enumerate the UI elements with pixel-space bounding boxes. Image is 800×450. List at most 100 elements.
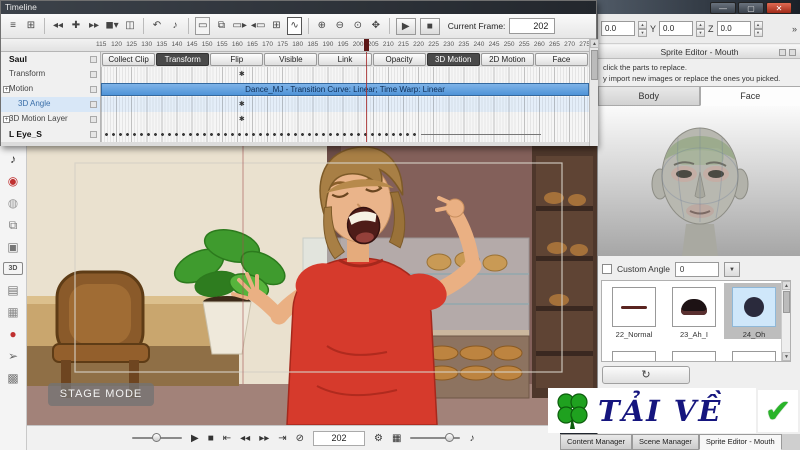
- track-label[interactable]: +Motion: [1, 82, 101, 97]
- sprite-item[interactable]: [664, 347, 724, 362]
- 2d-motion-button[interactable]: 2D Motion: [481, 53, 534, 66]
- track-options-box[interactable]: [90, 131, 97, 138]
- fast-forward-icon[interactable]: ▸▸: [259, 433, 269, 444]
- go-end-icon[interactable]: ⇥: [278, 433, 286, 444]
- track-options-box[interactable]: [90, 86, 97, 93]
- tab-body[interactable]: Body: [598, 86, 700, 106]
- z-field[interactable]: [717, 21, 751, 36]
- clip-merge-icon[interactable]: ⧉: [214, 18, 228, 34]
- 3d-motion-button[interactable]: 3D Motion: [427, 53, 480, 66]
- prop-icon[interactable]: ▤: [3, 283, 23, 297]
- playhead-thumb[interactable]: [364, 39, 369, 52]
- scene-object-icon[interactable]: ▦: [3, 305, 23, 319]
- custom-angle-checkbox[interactable]: [602, 264, 612, 274]
- sprite-thumbnail[interactable]: [672, 287, 716, 327]
- go-start-icon[interactable]: ⇤: [223, 433, 231, 444]
- timeline-titlebar[interactable]: Timeline: [1, 1, 596, 14]
- track-label[interactable]: Saul: [1, 52, 101, 67]
- track-row[interactable]: Transform ✱: [1, 67, 589, 82]
- music-note-icon[interactable]: ♪: [168, 18, 182, 34]
- dock-tab-content-manager[interactable]: Content Manager: [560, 434, 632, 450]
- timeline-hscroll[interactable]: [1, 142, 589, 146]
- music-track-icon[interactable]: ♪: [3, 152, 23, 166]
- stage-canvas[interactable]: STAGE MODE: [27, 146, 597, 425]
- layers-icon[interactable]: ▩: [3, 371, 23, 385]
- speech-bubble-icon[interactable]: ◍: [3, 196, 23, 210]
- x-spinner[interactable]: ▲▼: [638, 21, 647, 36]
- speed-slider[interactable]: [132, 437, 182, 439]
- head-preview[interactable]: [598, 106, 800, 256]
- y-spinner[interactable]: ▲▼: [696, 21, 705, 36]
- track-label[interactable]: Transform: [1, 67, 101, 82]
- sprite-list-scrollbar[interactable]: ▲ ▼: [781, 281, 790, 361]
- fit-view-icon[interactable]: ✥: [369, 18, 383, 34]
- fast-forward-icon[interactable]: ▸▸: [87, 18, 101, 34]
- keyframe-icon[interactable]: ✱: [239, 71, 246, 78]
- more-tools-icon[interactable]: »: [792, 24, 797, 34]
- swap-window-icon[interactable]: ⧉: [3, 218, 23, 232]
- clip-select-icon[interactable]: ▭: [195, 17, 210, 35]
- add-key-icon[interactable]: ✚: [69, 18, 83, 34]
- visible-button[interactable]: Visible: [264, 53, 317, 66]
- slider-knob[interactable]: [445, 433, 454, 442]
- actor-frame-icon[interactable]: ▣: [3, 240, 23, 254]
- track-options-box[interactable]: [90, 101, 97, 108]
- scroll-thumb[interactable]: [783, 291, 790, 313]
- tab-face[interactable]: Face: [700, 86, 800, 106]
- close-button[interactable]: ✕: [766, 2, 792, 14]
- opacity-button[interactable]: Opacity: [373, 53, 426, 66]
- slider-knob[interactable]: [152, 433, 161, 442]
- track-label[interactable]: +3D Motion Layer: [1, 112, 101, 127]
- play-icon[interactable]: ▶: [396, 18, 416, 35]
- rewind-icon[interactable]: ◂◂: [51, 18, 65, 34]
- track-area[interactable]: Collect ClipTransformFlipVisibleLinkOpac…: [101, 52, 589, 67]
- x-field[interactable]: [601, 21, 635, 36]
- select-tool-icon[interactable]: ➢: [3, 349, 23, 363]
- track-area[interactable]: Dance_MJ - Transition Curve: Linear; Tim…: [101, 82, 589, 97]
- minimize-button[interactable]: —: [710, 2, 736, 14]
- track-row[interactable]: L Eye_S: [1, 127, 589, 142]
- link-button[interactable]: Link: [318, 53, 371, 66]
- record-camera-icon[interactable]: ●: [3, 327, 23, 341]
- sprite-thumbnail[interactable]: [612, 351, 656, 362]
- timeline-scrollbar[interactable]: ▲: [589, 39, 598, 146]
- track-options-box[interactable]: [90, 71, 97, 78]
- sprite-thumbnail[interactable]: [732, 287, 776, 327]
- sprite-item[interactable]: [604, 347, 664, 362]
- volume-slider[interactable]: [410, 437, 460, 439]
- maximize-button[interactable]: ▢: [738, 2, 764, 14]
- face-button[interactable]: Face: [535, 53, 588, 66]
- chevron-down-icon[interactable]: ▼: [724, 262, 740, 277]
- zoom-region-icon[interactable]: ⊙: [351, 18, 365, 34]
- playhead-line[interactable]: [366, 52, 367, 142]
- track-area[interactable]: ✱: [101, 67, 589, 82]
- stop-icon[interactable]: ■: [420, 18, 440, 35]
- track-row[interactable]: SaulCollect ClipTransformFlipVisibleLink…: [1, 52, 589, 67]
- frame-range-icon[interactable]: ⊞: [24, 18, 38, 34]
- track-label[interactable]: 3D Angle: [1, 97, 101, 112]
- sprite-thumbnail[interactable]: [732, 351, 776, 362]
- sprite-24_Oh[interactable]: 24_Oh: [724, 283, 784, 339]
- track-area[interactable]: [101, 127, 589, 142]
- motion-3d-icon[interactable]: 3D: [3, 262, 23, 275]
- undo-loop-icon[interactable]: ↶: [150, 18, 164, 34]
- track-label[interactable]: L Eye_S: [1, 127, 101, 142]
- dock-tab-sprite-editor-mouth[interactable]: Sprite Editor - Mouth: [699, 434, 782, 450]
- motion-clip[interactable]: Dance_MJ - Transition Curve: Linear; Tim…: [101, 83, 589, 96]
- sprite-thumbnail[interactable]: [672, 351, 716, 362]
- scroll-thumb[interactable]: [591, 50, 598, 80]
- custom-angle-select[interactable]: 0: [675, 262, 719, 277]
- sprite-editor-header[interactable]: Sprite Editor - Mouth: [598, 45, 800, 59]
- collect-clip-button[interactable]: Collect Clip: [102, 53, 155, 66]
- keyframe-icon[interactable]: ✱: [239, 101, 246, 108]
- scroll-up-icon[interactable]: ▲: [590, 39, 599, 48]
- sprite-22_Normal[interactable]: 22_Normal: [604, 283, 664, 339]
- play-icon[interactable]: ▶: [191, 433, 199, 444]
- timeline-ruler[interactable]: 1151201251301351401451501551601651701751…: [1, 39, 589, 52]
- dock-tab-scene-manager[interactable]: Scene Manager: [632, 434, 699, 450]
- menu-icon[interactable]: ≡: [6, 18, 20, 34]
- y-field[interactable]: [659, 21, 693, 36]
- transition-curve-icon[interactable]: ∿: [287, 17, 301, 35]
- playback-frame-input[interactable]: [313, 431, 365, 446]
- track-options-box[interactable]: [90, 116, 97, 123]
